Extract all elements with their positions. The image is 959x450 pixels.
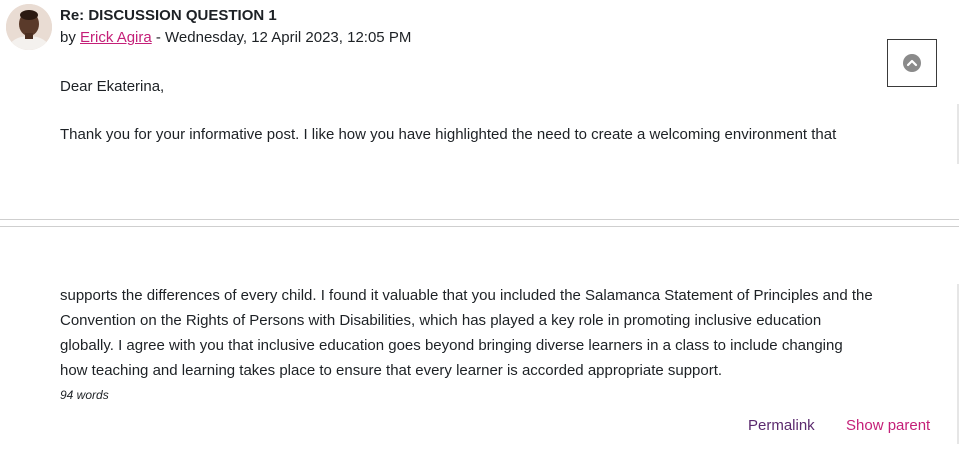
post-date: - Wednesday, 12 April 2023, 12:05 PM	[151, 29, 412, 46]
word-count: 94 words	[60, 388, 109, 402]
divider	[0, 226, 959, 227]
post-body-line: how teaching and learning takes place to…	[60, 362, 723, 379]
scroll-to-top-button[interactable]	[887, 39, 937, 87]
post-body-line: Convention on the Rights of Persons with…	[60, 312, 822, 329]
byline-prefix: by	[60, 29, 81, 46]
author-avatar[interactable]	[6, 4, 52, 50]
post-body-line: Thank you for your informative post. I l…	[60, 126, 837, 143]
divider	[0, 219, 959, 220]
post-greeting: Dear Ekaterina,	[60, 78, 165, 95]
post-body-line: globally. I agree with you that inclusiv…	[60, 337, 843, 354]
permalink-link[interactable]: Permalink	[748, 416, 815, 436]
post-body-line: supports the differences of every child.…	[60, 287, 873, 304]
author-link[interactable]: Erick Agira	[80, 29, 152, 46]
show-parent-link[interactable]: Show parent	[846, 416, 930, 436]
post-title: Re: DISCUSSION QUESTION 1	[60, 7, 277, 24]
post-byline: by Erick Agira - Wednesday, 12 April 202…	[60, 28, 411, 48]
chevron-up-circle-icon	[903, 54, 921, 72]
